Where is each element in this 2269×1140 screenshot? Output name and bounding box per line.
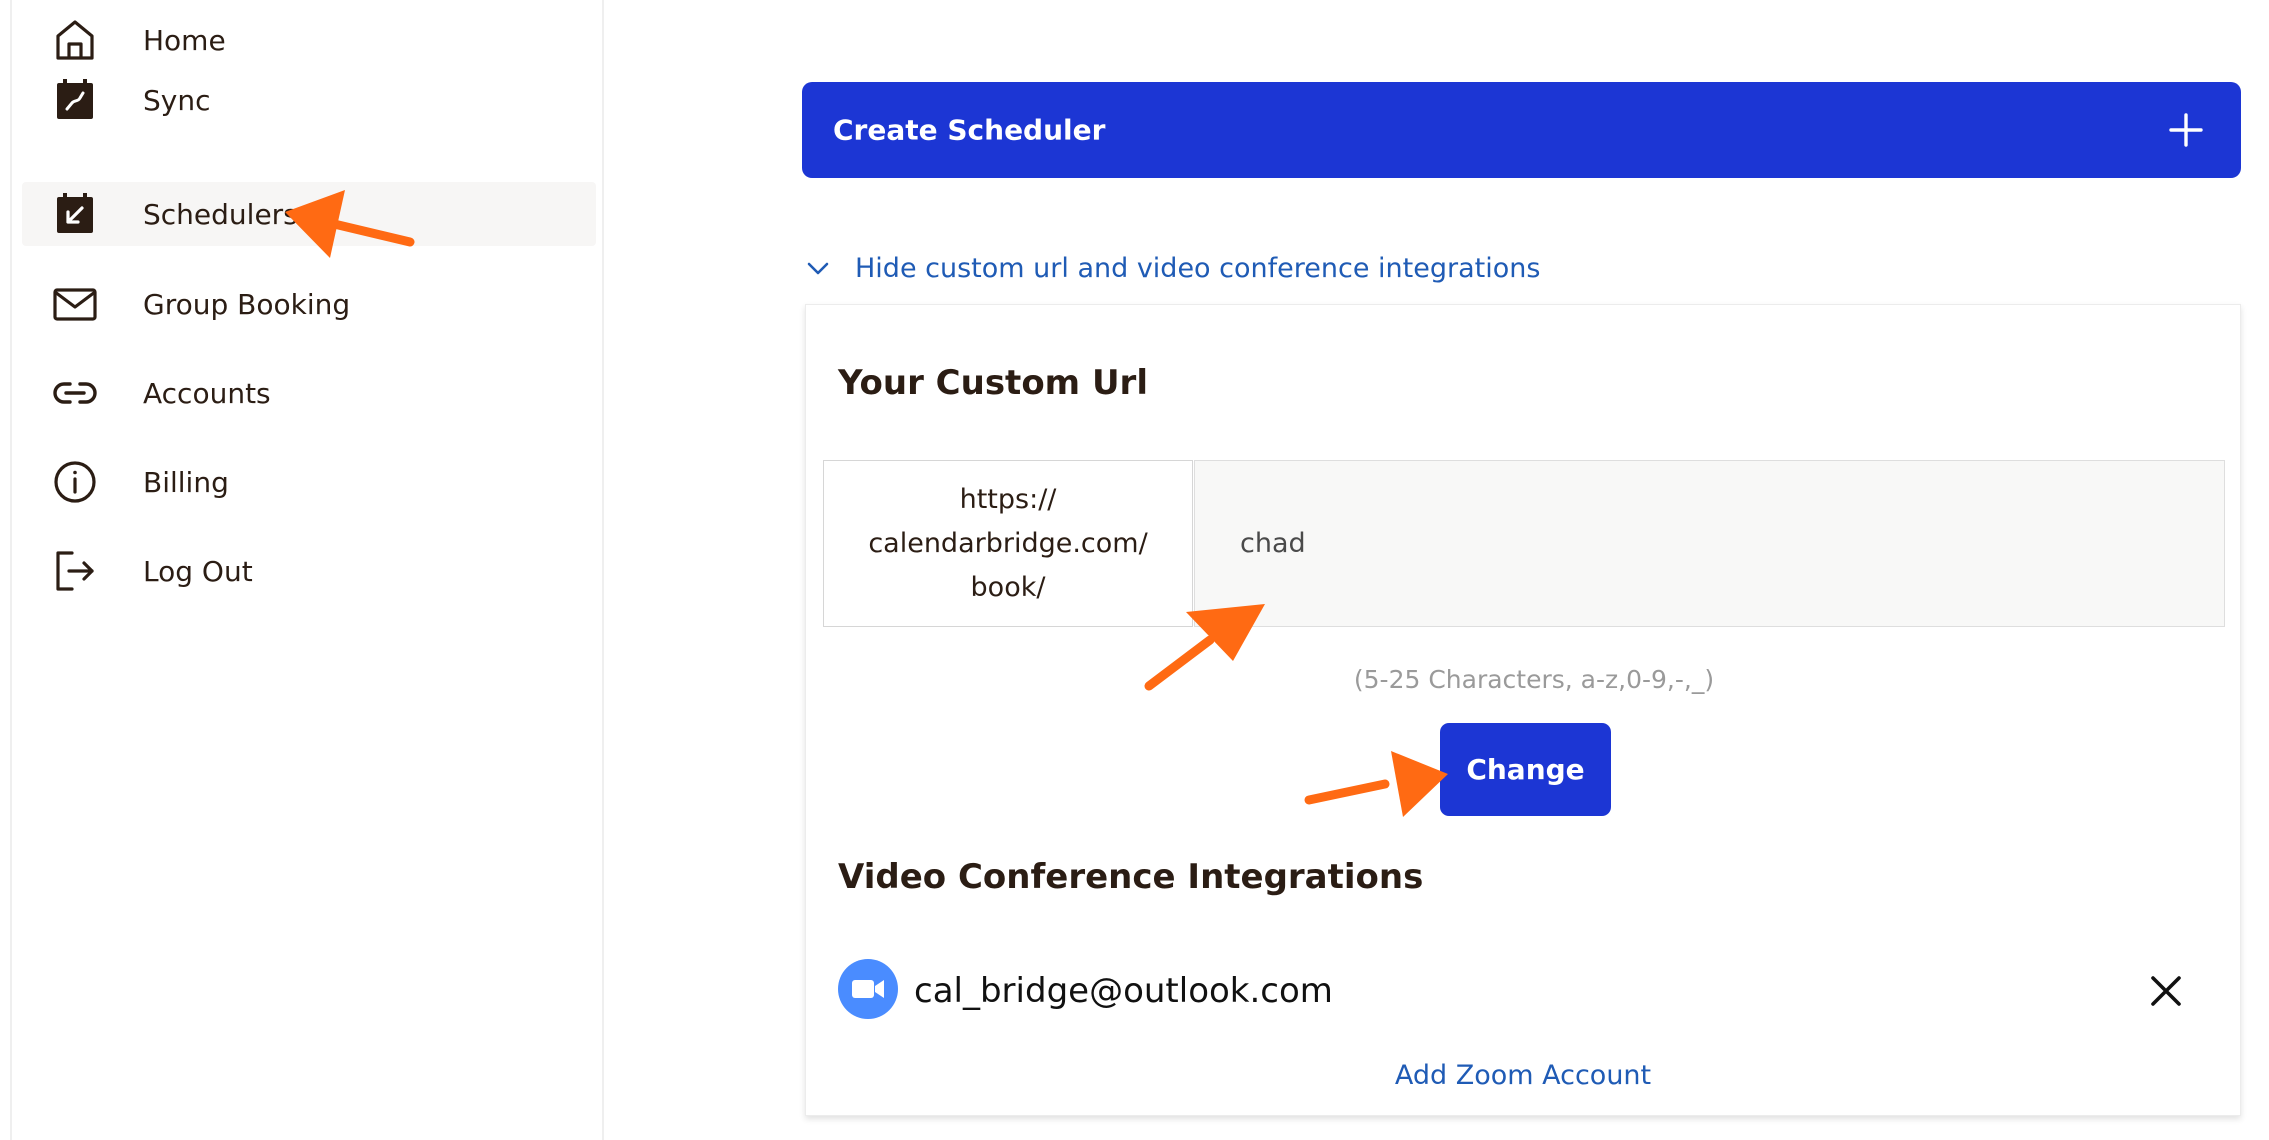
video-conference-title: Video Conference Integrations	[838, 857, 1424, 897]
zoom-icon	[838, 959, 898, 1019]
custom-url-hint: (5-25 Characters, a-z,0-9,-,_)	[1353, 665, 1715, 694]
close-icon[interactable]	[2148, 973, 2184, 1009]
url-prefix-line: book/	[970, 571, 1046, 603]
sidebar-item-billing[interactable]: Billing	[22, 450, 596, 514]
sidebar-item-accounts[interactable]: Accounts	[22, 361, 596, 425]
toggle-integrations-link[interactable]: Hide custom url and video conference int…	[805, 248, 1540, 288]
envelope-icon	[52, 281, 98, 327]
add-zoom-account-link[interactable]: Add Zoom Account	[806, 1060, 2240, 1091]
toggle-integrations-label: Hide custom url and video conference int…	[855, 252, 1541, 284]
custom-url-title: Your Custom Url	[838, 363, 1148, 403]
calendar-arrow-icon	[52, 191, 98, 237]
sidebar-item-label: Accounts	[143, 376, 271, 410]
url-prefix: https:// calendarbridge.com/ book/	[823, 460, 1193, 627]
chevron-down-icon	[805, 255, 831, 281]
sidebar: Home Sync Schedulers Group Booking Accou…	[10, 0, 604, 1140]
create-scheduler-label: Create Scheduler	[833, 113, 1106, 147]
sidebar-item-label: Billing	[143, 465, 229, 499]
sidebar-item-schedulers[interactable]: Schedulers	[22, 182, 596, 246]
sidebar-item-sync[interactable]: Sync	[22, 68, 596, 132]
calendar-sync-icon	[52, 77, 98, 123]
app: Home Sync Schedulers Group Booking Accou…	[0, 0, 2269, 1140]
home-icon	[52, 17, 98, 63]
custom-url-input[interactable]	[1194, 460, 2225, 627]
sidebar-item-log-out[interactable]: Log Out	[22, 539, 596, 603]
create-scheduler-button[interactable]: Create Scheduler	[802, 82, 2241, 178]
sidebar-item-label: Schedulers	[143, 197, 298, 231]
sidebar-item-label: Log Out	[143, 554, 253, 588]
logout-icon	[52, 548, 98, 594]
account-email: cal_bridge@outlook.com	[914, 971, 1333, 1011]
info-icon	[52, 459, 98, 505]
custom-url-card: Your Custom Url https:// calendarbridge.…	[805, 304, 2241, 1116]
link-icon	[52, 370, 98, 416]
plus-icon	[2169, 113, 2203, 147]
sidebar-item-label: Group Booking	[143, 287, 351, 321]
integration-row: cal_bridge@outlook.com	[838, 959, 2210, 1023]
change-button[interactable]: Change	[1440, 723, 1611, 816]
url-prefix-line: calendarbridge.com/	[868, 527, 1148, 559]
sidebar-item-label: Home	[143, 23, 226, 57]
sidebar-item-group-booking[interactable]: Group Booking	[22, 272, 596, 336]
url-prefix-line: https://	[959, 483, 1057, 515]
sidebar-item-label: Sync	[143, 83, 211, 117]
sidebar-item-home[interactable]: Home	[22, 8, 596, 72]
